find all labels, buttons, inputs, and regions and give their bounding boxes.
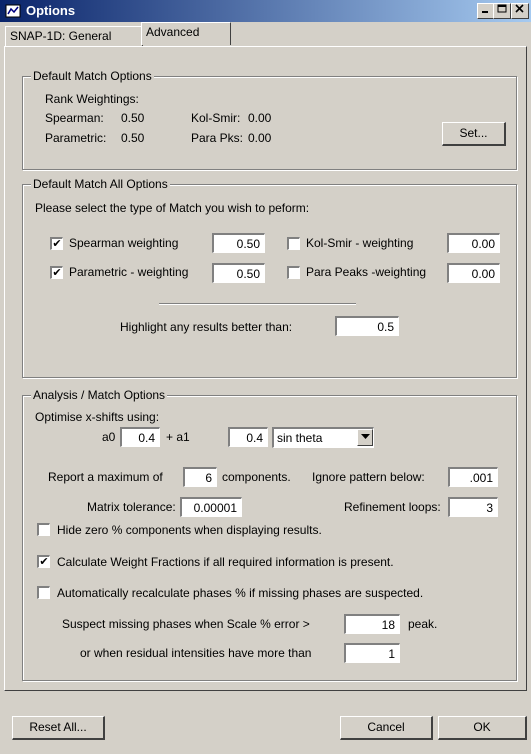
hide-zero-checkbox[interactable]: [37, 523, 50, 536]
residual-field[interactable]: 1: [344, 643, 400, 663]
residual-label: or when residual intensities have more t…: [80, 646, 312, 660]
analysis-group: Analysis / Match Options: [22, 388, 517, 681]
tab-general-label: SNAP-1D: General: [10, 29, 112, 43]
parametric-weighting-field[interactable]: 0.50: [212, 263, 265, 283]
report-max-label: Report a maximum of: [48, 470, 163, 484]
close-icon: [515, 4, 524, 13]
parametric-weighting-checkbox[interactable]: ✔: [50, 266, 63, 279]
report-max-field[interactable]: 6: [183, 467, 217, 487]
spearman-weighting-field[interactable]: 0.50: [212, 233, 265, 253]
check-icon: ✔: [52, 238, 62, 250]
optimise-label: Optimise x-shifts using:: [35, 410, 160, 424]
default-match-legend: Default Match Options: [31, 69, 154, 83]
match-all-legend: Default Match All Options: [31, 177, 170, 191]
options-dialog: Options SNAP-1D: General Advanced Defaul…: [0, 0, 531, 754]
suspect-missing-label: Suspect missing phases when Scale % erro…: [62, 617, 310, 631]
parapeaks-weighting-label: Para Peaks -weighting: [306, 265, 427, 279]
window-title: Options: [26, 3, 76, 18]
spearman-value: 0.50: [121, 111, 145, 125]
parapeaks-weighting-checkbox[interactable]: [287, 266, 300, 279]
highlight-label: Highlight any results better than:: [120, 320, 293, 334]
parametric-weighting-label: Parametric - weighting: [69, 265, 189, 279]
check-icon: ✔: [39, 556, 49, 568]
kolsmir-value: 0.00: [248, 111, 272, 125]
tab-general[interactable]: SNAP-1D: General: [5, 26, 143, 47]
parapeaks-weighting-field[interactable]: 0.00: [447, 263, 500, 283]
rank-weightings-label: Rank Weightings:: [45, 92, 139, 106]
cancel-button[interactable]: Cancel: [340, 716, 433, 740]
maximize-icon: [497, 4, 507, 13]
close-button[interactable]: [511, 3, 529, 19]
kolsmir-label: Kol-Smir:: [191, 111, 241, 125]
kolsmir-weighting-label: Kol-Smir - weighting: [306, 236, 414, 250]
a1-label: + a1: [166, 430, 190, 444]
parametric-label: Parametric:: [45, 131, 107, 145]
calc-weight-fractions-label: Calculate Weight Fractions if all requir…: [57, 555, 394, 569]
function-dropdown-value: sin theta: [277, 431, 323, 445]
matrix-tolerance-label: Matrix tolerance:: [87, 500, 176, 514]
a0-label: a0: [102, 430, 116, 444]
match-type-prompt: Please select the type of Match you wish…: [35, 201, 310, 215]
ignore-pattern-field[interactable]: .001: [448, 467, 498, 487]
minimize-icon: [482, 11, 488, 13]
peak-label: peak.: [408, 617, 438, 631]
matrix-tolerance-field[interactable]: 0.00001: [180, 497, 242, 517]
analysis-legend: Analysis / Match Options: [31, 388, 168, 402]
chevron-down-icon: [360, 434, 370, 439]
title-bar[interactable]: Options: [0, 0, 531, 22]
parametric-value: 0.50: [121, 131, 145, 145]
tab-advanced-label: Advanced: [146, 25, 200, 39]
calc-weight-fractions-checkbox[interactable]: ✔: [37, 555, 50, 568]
reset-all-button[interactable]: Reset All...: [12, 716, 105, 740]
dropdown-arrow-button[interactable]: [357, 429, 373, 446]
spearman-label: Spearman:: [45, 111, 104, 125]
app-icon: [5, 4, 21, 18]
kolsmir-weighting-field[interactable]: 0.00: [447, 233, 500, 253]
kolsmir-weighting-checkbox[interactable]: [287, 237, 300, 250]
a0-field[interactable]: 0.4: [120, 427, 160, 447]
highlight-field[interactable]: 0.5: [335, 316, 399, 336]
a1-field[interactable]: 0.4: [228, 427, 268, 447]
set-button[interactable]: Set...: [442, 122, 506, 146]
auto-recalc-checkbox[interactable]: [37, 586, 50, 599]
components-label: components.: [222, 470, 291, 484]
refinement-loops-field[interactable]: 3: [448, 497, 498, 517]
match-all-separator: [159, 303, 356, 305]
parapks-label: Para Pks:: [191, 131, 244, 145]
parapks-value: 0.00: [248, 131, 272, 145]
ok-button[interactable]: OK: [438, 716, 527, 740]
function-dropdown[interactable]: sin theta: [272, 427, 374, 448]
auto-recalc-label: Automatically recalculate phases % if mi…: [57, 586, 424, 600]
spearman-weighting-checkbox[interactable]: ✔: [50, 237, 63, 250]
tab-advanced[interactable]: Advanced: [141, 22, 231, 45]
spearman-weighting-label: Spearman weighting: [69, 236, 179, 250]
refinement-loops-label: Refinement loops:: [344, 500, 441, 514]
maximize-button[interactable]: [493, 3, 511, 19]
check-icon: ✔: [52, 267, 62, 279]
suspect-missing-field[interactable]: 18: [344, 614, 400, 634]
ignore-pattern-label: Ignore pattern below:: [312, 470, 425, 484]
hide-zero-label: Hide zero % components when displaying r…: [57, 523, 322, 537]
